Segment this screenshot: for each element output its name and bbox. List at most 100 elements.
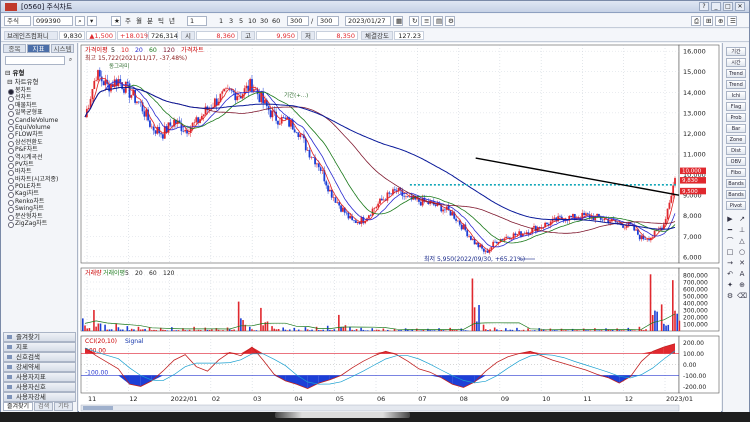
interval-5[interactable]: 5 <box>239 17 243 25</box>
chart-type-option[interactable]: 역시계곡선 <box>5 154 77 162</box>
close-icon[interactable]: ✕ <box>735 2 745 11</box>
tab-system[interactable]: 시스템 <box>51 44 74 53</box>
market-select[interactable]: 주식 <box>4 16 31 26</box>
left-menu-item[interactable]: 지표 <box>3 342 76 352</box>
drawing-tool-icon[interactable]: ✕ <box>737 259 747 268</box>
chart-type-option[interactable]: 일목균형표 <box>5 109 77 118</box>
drawing-tool-icon[interactable]: ⊕ <box>737 281 747 290</box>
volume-bar <box>382 328 385 331</box>
settings-icon[interactable]: ⚙ <box>445 16 455 26</box>
candle-body <box>668 202 671 209</box>
period-tab-tick[interactable]: 년 <box>169 17 175 25</box>
analysis-tool-button[interactable]: Pivot <box>726 201 746 210</box>
drawing-tool-icon[interactable]: ⌫ <box>737 292 747 301</box>
left-menu-item[interactable]: 사용자지표 <box>3 372 76 382</box>
list-icon[interactable]: ≡ <box>421 16 431 26</box>
refresh-icon[interactable]: ↻ <box>409 16 419 26</box>
layout-icon[interactable]: ⊞ <box>703 16 713 26</box>
analysis-tool-button[interactable]: Dist <box>726 146 746 155</box>
candle-body <box>154 130 157 134</box>
chart-type-option[interactable]: Swing차트 <box>5 205 77 214</box>
chart-type-option[interactable]: 바차트(시고저종) <box>5 176 77 185</box>
drawing-tool-icon[interactable]: ↗ <box>737 215 747 224</box>
interval-3[interactable]: 3 <box>229 17 233 25</box>
favorite-icon[interactable]: ★ <box>111 16 121 26</box>
zoom-icon[interactable]: ⊕ <box>715 16 725 26</box>
chart-type-option[interactable]: ZigZag차트 <box>5 220 77 229</box>
volume-bar <box>271 326 273 331</box>
left-menu-item[interactable]: 사용자신호 <box>3 382 76 392</box>
drawing-tool-icon[interactable]: ○ <box>737 248 747 257</box>
left-menu-item[interactable]: 즐겨찾기 <box>3 332 76 342</box>
maximize-icon[interactable]: □ <box>723 2 733 11</box>
drawing-tool-icon[interactable]: □ <box>725 248 735 257</box>
date-input[interactable]: 2023/01/27 <box>345 16 391 26</box>
drawing-tool-icon[interactable]: ⌒ <box>725 237 735 246</box>
interval-30[interactable]: 30 <box>260 17 268 25</box>
drawing-tool-icon[interactable]: ✦ <box>725 281 735 290</box>
period-tab-minute[interactable]: 틱 <box>158 17 164 25</box>
drawing-tool-icon[interactable]: ⚙ <box>725 292 735 301</box>
analysis-tool-button[interactable]: Prob <box>726 113 746 122</box>
bottom-tab-search[interactable]: 검색 <box>34 402 54 411</box>
interval-1[interactable]: 1 <box>219 17 223 25</box>
chart-area[interactable]: 11 12 2022/01 02 03 04 05 06 07 08 09 10 11 12 2023/01… <box>79 43 721 413</box>
analysis-tool-button[interactable]: Fibo <box>726 168 746 177</box>
chart-type-option[interactable]: 선차트 <box>5 94 77 103</box>
search-icon[interactable]: ⌕ <box>75 16 85 26</box>
analysis-tool-button[interactable]: Ichi <box>726 91 746 100</box>
chart-svg[interactable]: 11 12 2022/01 02 03 04 05 06 07 08 09 10 11 12 2023/01… <box>79 43 721 413</box>
drawing-tool-icon[interactable]: ⊥ <box>737 226 747 235</box>
analysis-tool-button[interactable]: Bar <box>726 124 746 133</box>
chart-type-option[interactable]: P&F차트 <box>5 146 77 155</box>
left-menu-item[interactable]: 사용자강세 <box>3 392 76 402</box>
period-tab-month[interactable]: 분 <box>147 17 153 25</box>
analysis-tool-button[interactable]: Trend <box>726 69 746 78</box>
analysis-tool-button[interactable]: 기간 <box>726 47 746 56</box>
chart-type-option[interactable]: FLOW차트 <box>5 131 77 140</box>
grid-icon[interactable]: ▤ <box>433 16 443 26</box>
drawing-tool-icon[interactable]: ▶ <box>725 215 735 224</box>
analysis-tool-button[interactable]: Bands <box>726 190 746 199</box>
chart-type-option[interactable]: CandleVolume <box>5 117 77 126</box>
chart-type-option[interactable]: 바차트 <box>5 168 77 177</box>
drawing-tool-icon[interactable]: → <box>725 259 735 268</box>
y-tick-label: 6,000 <box>683 253 702 261</box>
analysis-tool-button[interactable]: 시간 <box>726 58 746 67</box>
interval-10[interactable]: 10 <box>248 17 256 25</box>
indicator-search-input[interactable] <box>5 56 65 65</box>
drawing-tool-icon[interactable]: ━ <box>725 226 735 235</box>
stock-code-input[interactable]: 099390 <box>33 16 73 26</box>
tick-count-input[interactable]: 1 <box>187 16 207 26</box>
period-tab-day[interactable]: 주 <box>125 17 131 25</box>
candle-body <box>501 239 504 241</box>
drawing-tool-icon[interactable]: ↶ <box>725 270 735 279</box>
analysis-tool-button[interactable]: Bands <box>726 179 746 188</box>
analysis-tool-button[interactable]: Flag <box>726 102 746 111</box>
count-input[interactable]: 300 <box>287 16 309 26</box>
minimize-icon[interactable]: _ <box>711 2 721 11</box>
analysis-tool-button[interactable]: OBV <box>726 157 746 166</box>
print-icon[interactable]: ⎙ <box>691 16 701 26</box>
stock-name-toggle[interactable]: ▾ <box>87 16 97 26</box>
tree-header-chart-type[interactable]: ⊟ 차트유형 <box>5 78 77 87</box>
chart-type-option[interactable]: Kagi차트 <box>5 190 77 199</box>
left-menu-item[interactable]: 신호검색 <box>3 352 76 362</box>
bottom-tab-favorites[interactable]: 즐겨찾기 <box>3 402 34 411</box>
calendar-icon[interactable]: ▦ <box>393 16 403 26</box>
analysis-tool-button[interactable]: Zone <box>726 135 746 144</box>
bottom-tab-etc[interactable]: 기타 <box>54 402 74 411</box>
interval-60[interactable]: 60 <box>272 17 280 25</box>
search-icon[interactable]: ⌕ <box>66 56 75 65</box>
drawing-tool-icon[interactable]: A <box>737 270 747 279</box>
analysis-tool-button[interactable]: Trend <box>726 80 746 89</box>
period-tab-week[interactable]: 월 <box>136 17 142 25</box>
chart-type-option[interactable]: 분산형차트 <box>5 213 77 222</box>
menu-icon[interactable]: ☰ <box>727 16 737 26</box>
help-icon[interactable]: ? <box>699 2 709 11</box>
tree-header-type[interactable]: ⊟ 유형 <box>5 69 77 78</box>
left-menu-item[interactable]: 강세약세 <box>3 362 76 372</box>
drawing-tool-icon[interactable]: △ <box>737 237 747 246</box>
tab-stocks[interactable]: 종목 <box>3 44 26 53</box>
tab-indicators[interactable]: 지표 <box>27 44 50 53</box>
